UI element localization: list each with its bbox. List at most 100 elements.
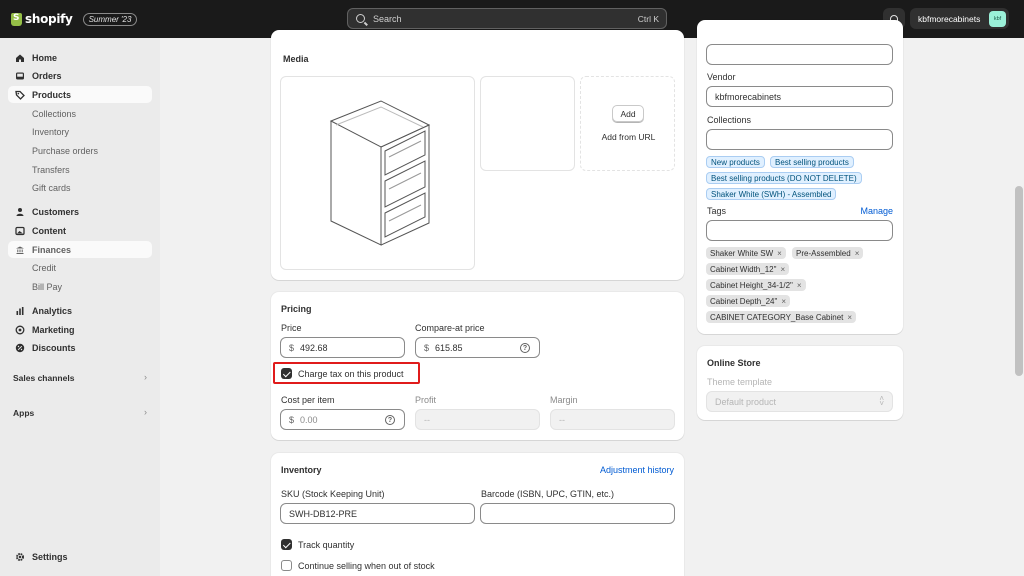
- profit-value: --: [424, 414, 430, 425]
- sidebar-item-inventory[interactable]: Inventory: [8, 123, 152, 140]
- product-image[interactable]: [280, 76, 475, 270]
- product-type-input[interactable]: [706, 44, 893, 65]
- tag-chip[interactable]: Cabinet Width_12" ×: [706, 263, 790, 275]
- continue-selling-checkbox[interactable]: [281, 560, 292, 571]
- tag-icon: [15, 90, 25, 100]
- vendor-label: Vendor: [707, 72, 736, 82]
- sidebar-item-label: Transfers: [32, 164, 70, 175]
- close-icon[interactable]: ×: [780, 265, 785, 274]
- help-icon[interactable]: ?: [520, 343, 530, 353]
- inventory-card: Inventory Adjustment history SKU (Stock …: [271, 453, 684, 576]
- tag-chip[interactable]: Cabinet Depth_24" ×: [706, 295, 791, 307]
- add-from-url-link[interactable]: Add from URL: [581, 132, 676, 142]
- search-placeholder: Search: [373, 13, 402, 24]
- tags-input[interactable]: [706, 220, 893, 241]
- cost-input[interactable]: $ 0.00 ?: [280, 409, 405, 430]
- sidebar-item-settings[interactable]: Settings: [8, 548, 152, 565]
- discount-icon: [15, 343, 25, 353]
- tag-chip[interactable]: Pre-Assembled ×: [792, 247, 864, 259]
- sku-input[interactable]: SWH-DB12-PRE: [280, 503, 475, 524]
- track-quantity-checkbox[interactable]: [281, 539, 292, 550]
- sidebar-item-finances[interactable]: Finances: [8, 241, 152, 258]
- compare-price-input[interactable]: $ 615.85 ?: [415, 337, 540, 358]
- manage-tags-link[interactable]: Manage: [860, 206, 893, 216]
- sidebar-item-label: Discounts: [32, 342, 76, 353]
- cost-placeholder: 0.00: [300, 414, 318, 425]
- sidebar-item-label: Purchase orders: [32, 145, 99, 156]
- collection-chip[interactable]: Best selling products: [770, 156, 854, 168]
- chevron-right-icon: ›: [144, 372, 147, 382]
- sidebar-item-content[interactable]: Content: [8, 222, 152, 239]
- close-icon[interactable]: ×: [847, 313, 852, 322]
- sidebar-item-discounts[interactable]: Discounts: [8, 339, 152, 356]
- sidebar-item-marketing[interactable]: Marketing: [8, 321, 152, 338]
- sidebar-item-label: Collections: [32, 108, 77, 119]
- sidebar-item-bill-pay[interactable]: Bill Pay: [8, 278, 152, 295]
- online-store-title: Online Store: [707, 358, 761, 368]
- edition-badge[interactable]: Summer '23: [82, 12, 138, 26]
- gear-icon: [15, 552, 25, 562]
- collection-chip[interactable]: Shaker White (SWH) - Assembled: [706, 188, 837, 200]
- tag-chip[interactable]: CABINET CATEGORY_Base Cabinet ×: [706, 311, 857, 323]
- sidebar-item-home[interactable]: Home: [8, 49, 152, 66]
- margin-field: --: [550, 409, 675, 430]
- media-dropzone[interactable]: Add Add from URL: [580, 76, 675, 171]
- close-icon[interactable]: ×: [777, 249, 782, 258]
- search-bar[interactable]: Search Ctrl K: [347, 8, 667, 29]
- margin-label: Margin: [550, 395, 578, 405]
- tag-chip[interactable]: Cabinet Height_34-1/2" ×: [706, 279, 806, 291]
- barcode-label: Barcode (ISBN, UPC, GTIN, etc.): [481, 489, 615, 499]
- tag-chip-label: Cabinet Depth_24": [710, 296, 778, 306]
- tag-chip[interactable]: Shaker White SW ×: [706, 247, 786, 259]
- chart-icon: [15, 306, 25, 316]
- shopify-logo[interactable]: shopify Summer '23: [11, 12, 138, 26]
- close-icon[interactable]: ×: [797, 281, 802, 290]
- sidebar-item-label: Content: [32, 225, 66, 236]
- search-shortcut: Ctrl K: [637, 13, 659, 24]
- price-input[interactable]: $ 492.68: [280, 337, 405, 358]
- cost-label: Cost per item: [281, 395, 335, 405]
- sidebar-item-purchase-orders[interactable]: Purchase orders: [8, 142, 152, 159]
- vendor-value: kbfmorecabinets: [715, 91, 782, 102]
- sidebar-item-transfers[interactable]: Transfers: [8, 161, 152, 178]
- vendor-input[interactable]: kbfmorecabinets: [706, 86, 893, 107]
- tags-label: Tags: [707, 206, 727, 216]
- charge-tax-label[interactable]: Charge tax on this product: [298, 369, 404, 379]
- help-icon[interactable]: ?: [385, 415, 395, 425]
- close-icon[interactable]: ×: [781, 297, 786, 306]
- sidebar-item-gift-cards[interactable]: Gift cards: [8, 179, 152, 196]
- barcode-input[interactable]: [480, 503, 675, 524]
- tag-chip-label: Pre-Assembled: [796, 248, 851, 258]
- close-icon[interactable]: ×: [855, 249, 860, 258]
- theme-template-select: Default product ˄ ˅: [706, 391, 893, 412]
- sidebar-item-analytics[interactable]: Analytics: [8, 302, 152, 319]
- collection-chip[interactable]: New products: [706, 156, 765, 168]
- collections-input[interactable]: [706, 129, 893, 150]
- collection-chip[interactable]: Best selling products (DO NOT DELETE): [706, 172, 862, 184]
- scrollbar-thumb[interactable]: [1015, 186, 1023, 376]
- sidebar-item-collections[interactable]: Collections: [8, 105, 152, 122]
- media-slot[interactable]: [480, 76, 575, 171]
- sidebar-item-products[interactable]: Products: [8, 86, 152, 103]
- sidebar-section-label: Apps: [13, 407, 35, 418]
- sidebar-item-credit[interactable]: Credit: [8, 259, 152, 276]
- sidebar-item-label: Inventory: [32, 126, 70, 137]
- adjustment-history-link[interactable]: Adjustment history: [600, 465, 674, 475]
- sidebar-sales-channels[interactable]: Sales channels ›: [8, 369, 152, 386]
- store-menu-button[interactable]: kbfmorecabinets kbf: [910, 8, 1009, 29]
- sidebar-item-label: Analytics: [32, 305, 73, 316]
- target-icon: [15, 325, 25, 335]
- sidebar-item-customers[interactable]: Customers: [8, 203, 152, 220]
- sidebar-apps[interactable]: Apps ›: [8, 404, 152, 421]
- compare-price-label: Compare-at price: [415, 323, 485, 333]
- charge-tax-checkbox[interactable]: [281, 368, 292, 379]
- sidebar-item-orders[interactable]: Orders: [8, 67, 152, 84]
- profit-field: --: [415, 409, 540, 430]
- sidebar-item-label: Settings: [32, 551, 68, 562]
- sidebar-item-label: Marketing: [32, 324, 75, 335]
- add-media-button[interactable]: Add: [612, 105, 644, 122]
- track-quantity-label[interactable]: Track quantity: [298, 540, 354, 550]
- compare-value: 615.85: [435, 342, 463, 353]
- continue-selling-label[interactable]: Continue selling when out of stock: [298, 561, 435, 571]
- sidebar-item-label: Customers: [32, 206, 80, 217]
